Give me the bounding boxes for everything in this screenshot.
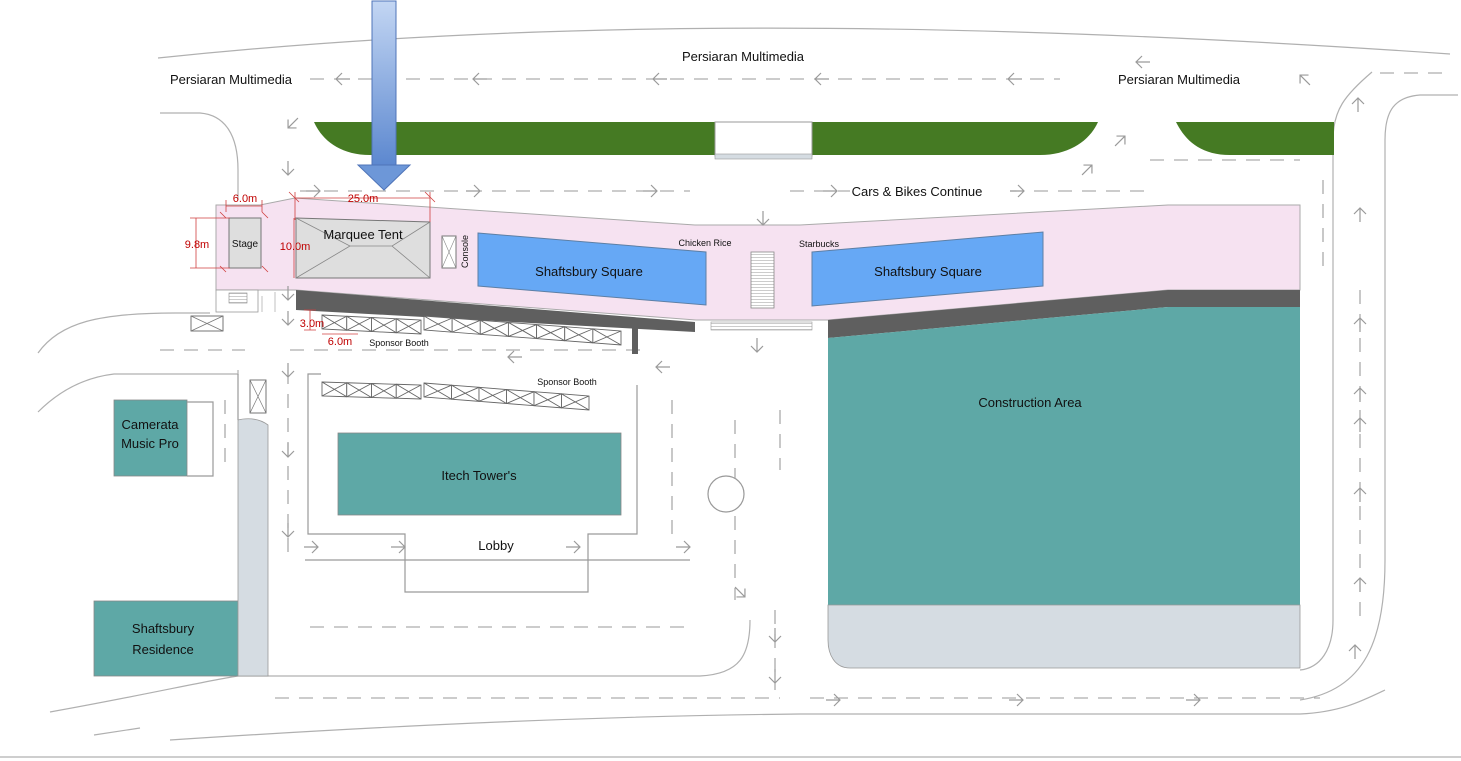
traffic-arrow-icon	[1353, 207, 1367, 222]
traffic-arrow-icon	[281, 523, 295, 538]
booth-cross-icon	[533, 391, 562, 409]
site-plan-svg: Persiaran Multimedia Persiaran Multimedi…	[0, 0, 1461, 758]
booth-cross-icon	[423, 382, 452, 400]
shop-left-label: Shaftsbury Square	[535, 264, 643, 279]
stage-label: Stage	[232, 239, 259, 250]
traffic-arrow-icon	[306, 184, 321, 198]
traffic-arrow-icon	[768, 669, 782, 684]
booth-cross-icon	[561, 393, 590, 411]
booth-cross-icon	[451, 317, 481, 335]
circle-icon	[707, 475, 745, 513]
dim-tent-depth: 10.0m	[280, 241, 311, 253]
traffic-arrow-icon	[768, 628, 782, 643]
traffic-arrow-icon	[1353, 577, 1367, 592]
console-label: Console	[460, 235, 470, 268]
booth-cross-icon	[592, 328, 622, 346]
down-arrow-icon	[356, 0, 412, 191]
dim-booth-depth: 3.0m	[300, 318, 324, 330]
traffic-arrow-icon	[466, 184, 481, 198]
traffic-arrow-icon	[507, 350, 522, 364]
booth-cross-icon	[451, 384, 480, 402]
booth-cross-icon	[395, 318, 422, 335]
traffic-arrow-icon	[287, 117, 299, 129]
booth-cross-icon	[371, 317, 397, 334]
starbucks-label: Starbucks	[799, 239, 840, 249]
traffic-arrow-icon	[1186, 693, 1201, 707]
residence-label-line1: Shaftsbury	[132, 621, 195, 636]
site-map: Persiaran Multimedia Persiaran Multimedi…	[0, 0, 1461, 761]
buildings	[93, 307, 1301, 677]
traffic-arrow-icon	[1353, 417, 1367, 432]
booth-cross-icon	[321, 314, 348, 331]
traffic-arrow-icon	[472, 72, 487, 86]
road-label-left: Persiaran Multimedia	[170, 72, 293, 87]
booth-cross-icon	[506, 389, 535, 407]
booth-cross-icon	[536, 324, 566, 342]
traffic-arrow-icon	[566, 540, 581, 554]
traffic-arrow-icon	[1007, 72, 1022, 86]
construction-area-label: Construction Area	[978, 395, 1082, 410]
booth-cross-icon	[321, 381, 348, 398]
dim-stage-depth: 9.8m	[185, 239, 209, 251]
traffic-arrow-icon	[281, 161, 295, 176]
traffic-arrow-icon	[756, 211, 770, 226]
booth-cross-icon	[564, 326, 594, 344]
sponsor-booth-lower-label: Sponsor Booth	[537, 377, 597, 387]
road-label-top: Persiaran Multimedia	[682, 49, 805, 64]
booth-cross-icon	[346, 382, 372, 398]
traffic-arrow-icon	[1299, 74, 1311, 86]
traffic-arrow-icon	[1348, 644, 1362, 659]
lobby-label: Lobby	[478, 538, 514, 553]
booth-cross-icon	[423, 315, 453, 333]
dim-stage-width: 6.0m	[233, 193, 257, 205]
booth-cross-icon	[479, 319, 509, 337]
booth-cross-icon	[371, 383, 397, 399]
traffic-arrow-icon	[814, 72, 829, 86]
dim-booth-width: 6.0m	[328, 336, 352, 348]
camerata-label-line1: Camerata	[121, 417, 179, 432]
traffic-arrow-icon	[281, 443, 295, 458]
traffic-arrow-icon	[1353, 387, 1367, 402]
traffic-arrow-icon	[652, 72, 667, 86]
traffic-arrow-icon	[1353, 487, 1367, 502]
booth-cross-icon	[478, 386, 507, 404]
traffic-arrow-icon	[281, 311, 295, 326]
booth-cross-icon	[346, 315, 372, 332]
booth-cross-icon	[395, 383, 422, 400]
traffic-arrow-icon	[281, 363, 295, 378]
residence-label-line2: Residence	[132, 642, 193, 657]
traffic-arrow-icon	[1351, 97, 1365, 112]
dim-tent-width: 25.0m	[348, 193, 379, 205]
traffic-arrow-icon	[391, 540, 406, 554]
traffic-arrow-icon	[676, 540, 691, 554]
traffic-note: Cars & Bikes Continue	[852, 184, 983, 199]
traffic-arrow-icon	[750, 338, 764, 353]
traffic-arrow-icon	[826, 693, 841, 707]
booth-cross-icon	[507, 321, 538, 340]
road-label-right: Persiaran Multimedia	[1118, 72, 1241, 87]
hedge-strip	[314, 121, 1334, 160]
camerata-label-line2: Music Pro	[121, 436, 179, 451]
marquee-tent-label: Marquee Tent	[323, 227, 403, 242]
traffic-arrow-icon	[1009, 693, 1024, 707]
itech-tower-label: Itech Tower's	[441, 468, 517, 483]
traffic-arrow-icon	[823, 184, 838, 198]
traffic-arrow-icon	[1135, 55, 1150, 69]
traffic-arrow-icon	[643, 184, 658, 198]
traffic-arrow-icon	[1081, 164, 1093, 176]
traffic-arrow-icon	[1353, 317, 1367, 332]
traffic-arrow-icon	[1114, 135, 1126, 147]
traffic-arrow-icon	[655, 360, 670, 374]
utility-boxes	[190, 315, 267, 414]
traffic-arrow-icon	[304, 540, 319, 554]
sponsor-booth-upper-label: Sponsor Booth	[369, 338, 429, 348]
sponsor-booths	[321, 314, 622, 411]
traffic-arrow-icon	[1010, 184, 1025, 198]
chicken-rice-label: Chicken Rice	[678, 238, 731, 248]
traffic-arrow-icon	[335, 72, 350, 86]
traffic-arrow-icon	[734, 586, 746, 598]
shop-right-label: Shaftsbury Square	[874, 264, 982, 279]
